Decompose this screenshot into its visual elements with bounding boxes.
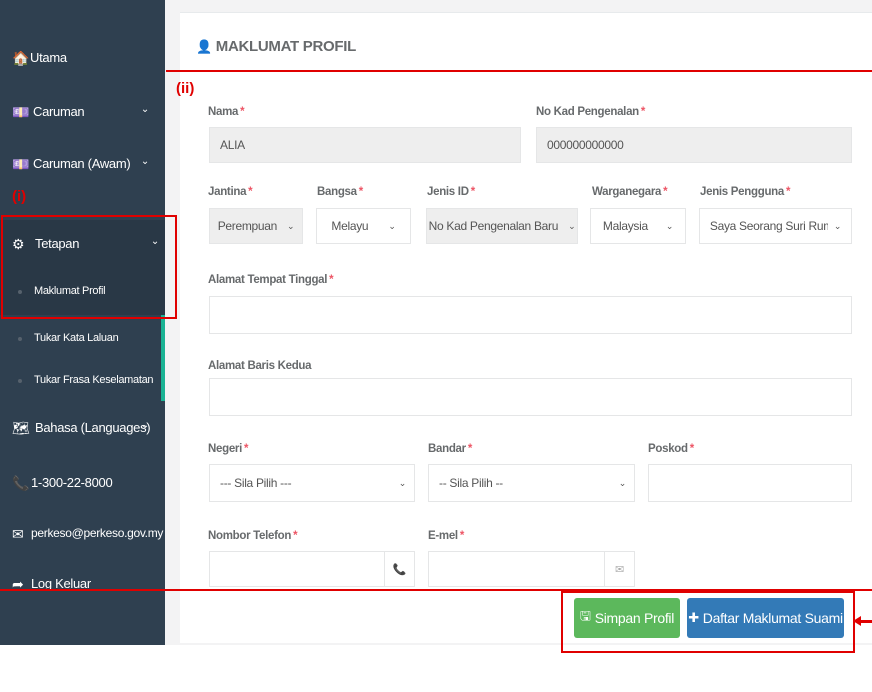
money-icon: 💷 [12, 104, 30, 120]
alamat2-field[interactable] [209, 378, 852, 416]
language-icon: 🗺 [12, 420, 30, 436]
annotation-box-buttons [561, 591, 855, 653]
sidebar-item-label: Caruman [33, 104, 85, 119]
submenu-item-tukar-kata-laluan[interactable]: Tukar Kata Laluan [0, 332, 165, 346]
sidebar-item-caruman-awam[interactable]: 💷 Caruman (Awam) ⌄ [0, 156, 165, 176]
emel-field[interactable]: ✉ [428, 551, 635, 587]
chevron-down-icon: ⌄ [140, 156, 149, 167]
phone-icon: 📞 [12, 475, 30, 491]
annotation-arrowhead [853, 616, 861, 626]
envelope-icon: ✉ [12, 526, 24, 542]
negeri-label: Negeri * [208, 443, 249, 455]
sidebar-item-label: Bahasa (Languages) [35, 420, 151, 435]
poskod-label: Poskod * [648, 443, 694, 455]
chevron-down-icon: ⌄ [833, 220, 842, 231]
warganegara-select[interactable]: Malaysia ⌄ [590, 208, 686, 244]
chevron-down-icon: ⌄ [287, 220, 295, 231]
negeri-select[interactable]: --- Sila Pilih --- ⌄ [209, 464, 415, 502]
emel-label: E-mel * [428, 530, 465, 542]
jantina-label: Jantina * [208, 186, 253, 198]
chevron-down-icon: ⌄ [568, 220, 576, 231]
jenis-id-select[interactable]: No Kad Pengenalan Baru ⌄ [426, 208, 578, 244]
sidebar-item-log-keluar[interactable]: ➦ Log Keluar [0, 576, 165, 596]
bullet-icon [18, 337, 22, 341]
page-title: 👤 MAKLUMAT PROFIL [196, 38, 356, 55]
sidebar-item-caruman[interactable]: 💷 Caruman ⌄ [0, 104, 165, 124]
annotation-arrow [860, 620, 872, 623]
sidebar-item-email[interactable]: ✉ perkeso@perkeso.gov.my [0, 526, 165, 546]
alamat1-label: Alamat Tempat Tinggal * [208, 274, 334, 286]
phone-icon: 📞 [384, 552, 414, 586]
chevron-down-icon: ⌄ [388, 220, 396, 231]
sidebar: 🏠 Utama 💷 Caruman ⌄ 💷 Caruman (Awam) ⌄ ⚙… [0, 0, 165, 645]
envelope-icon: ✉ [604, 552, 634, 586]
sidebar-item-label: Caruman (Awam) [33, 156, 131, 171]
chevron-down-icon: ⌄ [140, 104, 149, 115]
bandar-label: Bandar * [428, 443, 473, 455]
telefon-field[interactable]: 📞 [209, 551, 415, 587]
telefon-label: Nombor Telefon * [208, 530, 298, 542]
annotation-label-i: (i) [12, 188, 27, 205]
submenu-item-label: Tukar Frasa Keselamatan [34, 374, 154, 386]
sidebar-item-label: Utama [30, 50, 67, 65]
submenu-item-label: Tukar Kata Laluan [34, 332, 119, 344]
submenu-item-tukar-frasa[interactable]: Tukar Frasa Keselamatan [0, 374, 165, 388]
alamat2-label: Alamat Baris Kedua [208, 360, 312, 372]
sidebar-item-bahasa[interactable]: 🗺 Bahasa (Languages) ⌄ [0, 420, 165, 440]
bangsa-label: Bangsa * [317, 186, 363, 198]
bandar-select[interactable]: -- Sila Pilih -- ⌄ [428, 464, 635, 502]
sidebar-item-phone[interactable]: 📞 1-300-22-8000 [0, 475, 165, 495]
poskod-field[interactable] [648, 464, 852, 502]
chevron-down-icon: ⌄ [618, 477, 627, 488]
annotation-label-ii: (ii) [176, 80, 195, 97]
home-icon: 🏠 [12, 50, 30, 66]
sidebar-item-utama[interactable]: 🏠 Utama [0, 50, 165, 70]
jenis-pengguna-select[interactable]: Saya Seorang Suri Rumah⌄ [699, 208, 852, 244]
ic-label: No Kad Pengenalan * [536, 106, 646, 118]
chevron-down-icon: ⌄ [140, 420, 149, 431]
jantina-select[interactable]: Perempuan ⌄ [209, 208, 303, 244]
chevron-down-icon: ⌄ [398, 477, 407, 488]
money-icon: 💷 [12, 156, 30, 172]
annotation-box-tetapan [1, 215, 177, 319]
chevron-down-icon: ⌄ [665, 220, 674, 231]
sidebar-item-label: perkeso@perkeso.gov.my [31, 526, 164, 540]
annotation-line-top [166, 70, 872, 72]
bullet-icon [18, 379, 22, 383]
nama-label: Nama * [208, 106, 245, 118]
alamat1-field[interactable] [209, 296, 852, 334]
nama-field[interactable]: ALIA [209, 127, 521, 163]
jenis-id-label: Jenis ID * [427, 186, 475, 198]
warganegara-label: Warganegara * [592, 186, 668, 198]
bangsa-select[interactable]: Melayu ⌄ [316, 208, 411, 244]
ic-field[interactable]: 000000000000 [536, 127, 852, 163]
sidebar-item-label: 1-300-22-8000 [31, 475, 113, 490]
user-icon: 👤 [196, 39, 212, 54]
jenis-pengguna-label: Jenis Pengguna * [700, 186, 791, 198]
